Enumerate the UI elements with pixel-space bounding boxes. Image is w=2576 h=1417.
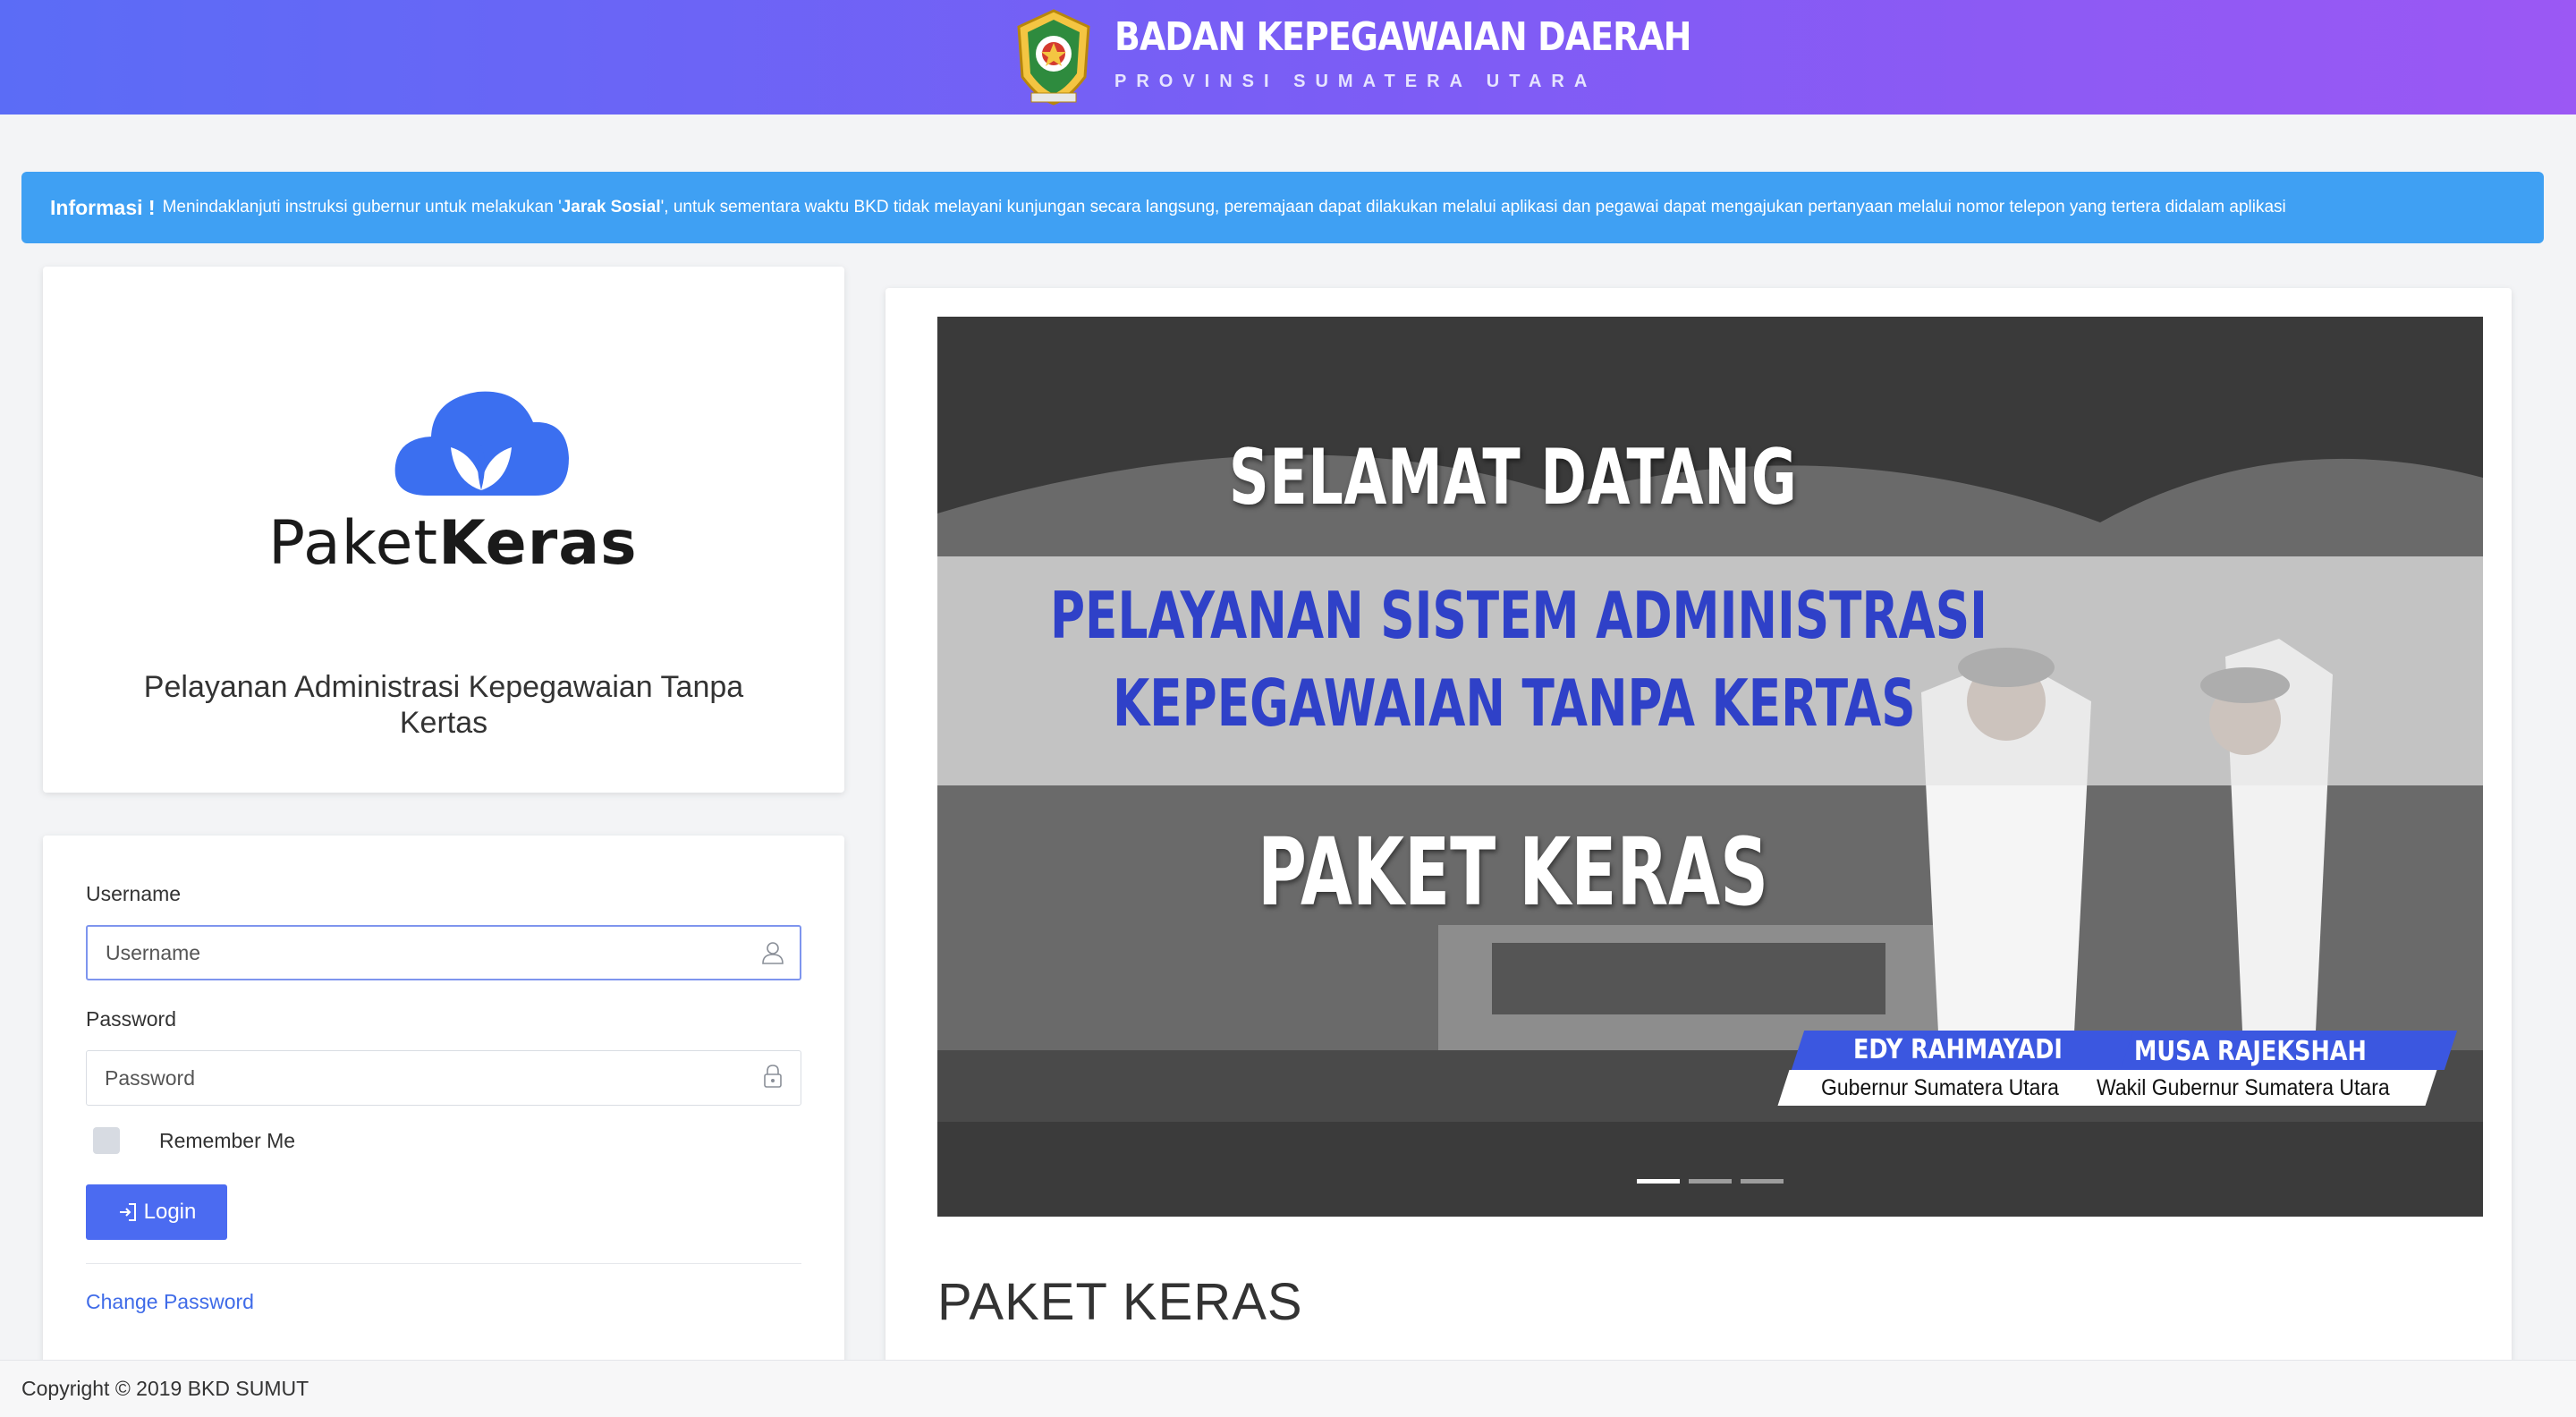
person2-name: MUSA RAJEKSHAH bbox=[2134, 1036, 2367, 1067]
province-emblem-icon bbox=[1017, 9, 1090, 106]
remember-me-label: Remember Me bbox=[159, 1129, 296, 1152]
username-input[interactable] bbox=[86, 925, 801, 980]
header-subtitle: PROVINSI SUMATERA UTARA bbox=[1114, 72, 1597, 91]
person1-role: Gubernur Sumatera Utara bbox=[1821, 1075, 2059, 1100]
login-button-label: Login bbox=[143, 1200, 197, 1224]
carousel-banner-text: PAKET KERAS bbox=[1258, 818, 1769, 927]
header-title: BADAN KEPEGAWAIAN DAERAH bbox=[1114, 14, 1691, 60]
carousel-welcome-text: SELAMAT DATANG bbox=[1229, 433, 1798, 522]
welcome-carousel[interactable]: SELAMAT DATANG PELAYANAN SISTEM ADMINIST… bbox=[937, 317, 2483, 1217]
logo-card: PaketKeras Pelayanan Administrasi Kepega… bbox=[43, 267, 844, 793]
info-alert: Informasi ! Menindaklanjuti instruksi gu… bbox=[21, 172, 2544, 243]
password-input[interactable] bbox=[86, 1050, 801, 1106]
divider bbox=[86, 1263, 801, 1264]
alert-label: Informasi ! bbox=[50, 195, 156, 219]
alert-message-before: Menindaklanjuti instruksi gubernur untuk… bbox=[162, 198, 562, 216]
login-card: Username Password Remember Me Login Chan… bbox=[43, 836, 844, 1417]
carousel-indicator-1[interactable] bbox=[1637, 1179, 1680, 1184]
footer: Copyright © 2019 BKD SUMUT bbox=[0, 1360, 2576, 1417]
username-label: Username bbox=[86, 882, 182, 905]
app-logo-wordmark: PaketKeras bbox=[268, 508, 638, 579]
alert-message-after: ', untuk sementara waktu BKD tidak melay… bbox=[660, 198, 2286, 216]
content-card: SELAMAT DATANG PELAYANAN SISTEM ADMINIST… bbox=[886, 288, 2512, 1417]
footer-copyright: Copyright © 2019 BKD SUMUT bbox=[21, 1377, 309, 1400]
cloud-leaf-icon bbox=[394, 391, 569, 496]
app-tagline: Pelayanan Administrasi Kepegawaian Tanpa… bbox=[143, 670, 744, 740]
section-title: PAKET KERAS bbox=[937, 1273, 1303, 1331]
carousel-indicator-3[interactable] bbox=[1741, 1179, 1784, 1184]
logo-word-bold: Keras bbox=[438, 508, 638, 579]
user-icon bbox=[762, 942, 784, 964]
logo-word-light: Paket bbox=[268, 508, 439, 579]
alert-message: Menindaklanjuti instruksi gubernur untuk… bbox=[163, 198, 2286, 217]
password-label: Password bbox=[86, 1007, 176, 1031]
person1-name: EDY RAHMAYADI bbox=[1853, 1034, 2063, 1065]
change-password-link[interactable]: Change Password bbox=[86, 1290, 254, 1314]
sign-in-icon bbox=[119, 1203, 136, 1221]
carousel-headline-line2: KEPEGAWAIAN TANPA KERTAS bbox=[1113, 666, 1916, 741]
person2-role: Wakil Gubernur Sumatera Utara bbox=[2097, 1075, 2390, 1100]
top-header: BADAN KEPEGAWAIAN DAERAH PROVINSI SUMATE… bbox=[0, 0, 2576, 115]
alert-message-bold: Jarak Sosial bbox=[561, 198, 661, 216]
login-button[interactable]: Login bbox=[86, 1184, 227, 1240]
carousel-headline-line1: PELAYANAN SISTEM ADMINISTRASI bbox=[1050, 578, 1987, 653]
remember-me-checkbox[interactable] bbox=[93, 1127, 120, 1154]
lock-icon bbox=[764, 1065, 782, 1088]
carousel-indicator-2[interactable] bbox=[1689, 1179, 1732, 1184]
